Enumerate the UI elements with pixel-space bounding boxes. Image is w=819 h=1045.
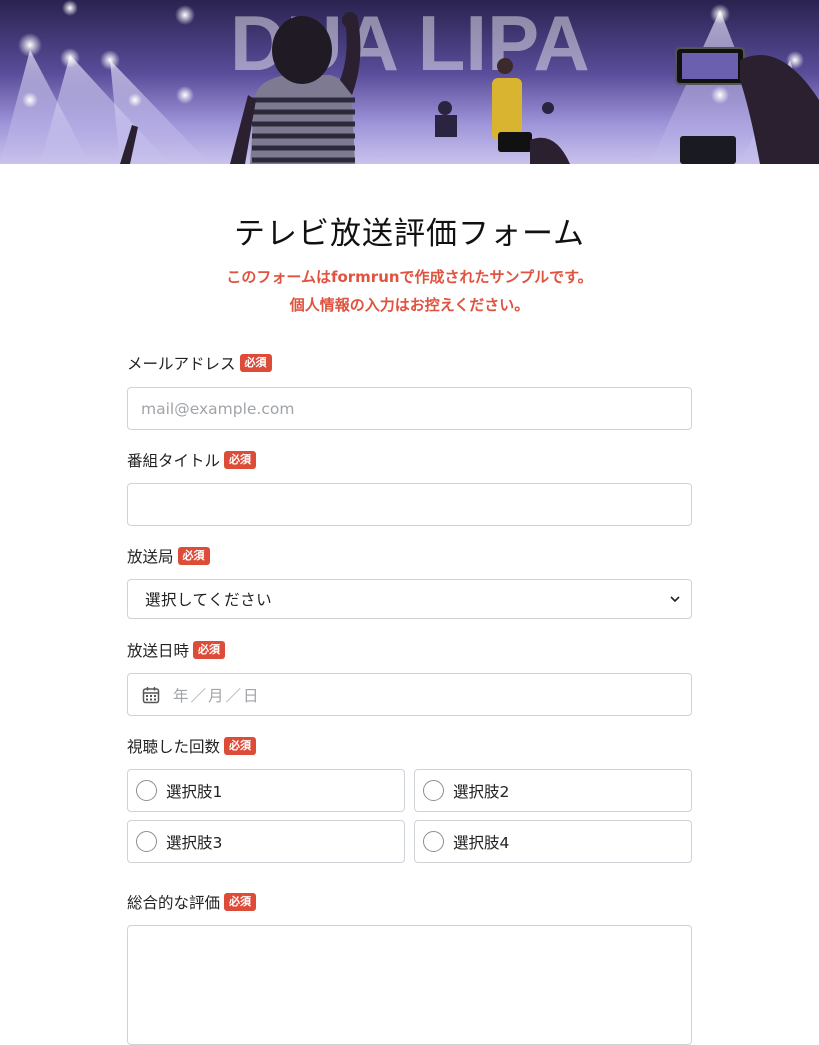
radio-option-1[interactable]: 選択肢1 [127, 769, 405, 812]
overall-rating-label-text: 総合的な評価 [127, 894, 221, 912]
station-selected-value: 選択してください [145, 591, 273, 609]
chevron-down-icon [670, 596, 680, 603]
program-title-label: 番組タイトル 必須 [127, 449, 257, 471]
email-label: メールアドレス 必須 [127, 352, 272, 374]
station-select[interactable]: 選択してください [127, 579, 692, 619]
view-count-label-text: 視聴した回数 [127, 738, 221, 756]
radio-circle-icon[interactable] [136, 831, 157, 852]
overall-rating-label: 総合的な評価 必須 [127, 891, 257, 913]
program-title-label-text: 番組タイトル [127, 452, 221, 470]
overall-rating-textarea[interactable] [127, 925, 692, 1045]
radio-option-2[interactable]: 選択肢2 [414, 769, 692, 812]
station-label-text: 放送局 [127, 548, 174, 566]
email-placeholder: mail@example.com [141, 399, 295, 418]
radio-option-label: 選択肢1 [166, 782, 223, 801]
form-title: テレビ放送評価フォーム [233, 216, 586, 252]
required-badge: 必須 [239, 354, 272, 372]
email-field[interactable]: mail@example.com [127, 387, 692, 430]
calendar-icon [142, 686, 160, 703]
required-badge: 必須 [224, 737, 257, 755]
header-image: DUA LIPA [0, 0, 819, 164]
program-title-field[interactable] [127, 483, 692, 526]
sample-notice-line1: このフォームはformrunで作成されたサンプルです。 [226, 268, 593, 286]
radio-circle-icon[interactable] [136, 780, 157, 801]
air-date-label-text: 放送日時 [127, 642, 190, 660]
radio-option-label: 選択肢2 [453, 782, 510, 801]
concert-stage-photo: DUA LIPA [0, 0, 819, 164]
radio-circle-icon[interactable] [423, 780, 444, 801]
radio-option-3[interactable]: 選択肢3 [127, 820, 405, 863]
required-badge: 必須 [224, 451, 257, 469]
air-date-field[interactable]: 年／月／日 [127, 673, 692, 716]
air-date-placeholder: 年／月／日 [173, 686, 261, 705]
required-badge: 必須 [224, 893, 257, 911]
radio-option-4[interactable]: 選択肢4 [414, 820, 692, 863]
station-label: 放送局 必須 [127, 545, 210, 567]
sample-notice-line2: 個人情報の入力はお控えください。 [289, 296, 530, 314]
email-label-text: メールアドレス [127, 355, 236, 373]
air-date-label: 放送日時 必須 [127, 639, 226, 661]
radio-option-label: 選択肢3 [166, 833, 223, 852]
required-badge: 必須 [193, 641, 226, 659]
radio-circle-icon[interactable] [423, 831, 444, 852]
radio-option-label: 選択肢4 [453, 833, 510, 852]
view-count-label: 視聴した回数 必須 [127, 735, 257, 757]
required-badge: 必須 [177, 547, 210, 565]
